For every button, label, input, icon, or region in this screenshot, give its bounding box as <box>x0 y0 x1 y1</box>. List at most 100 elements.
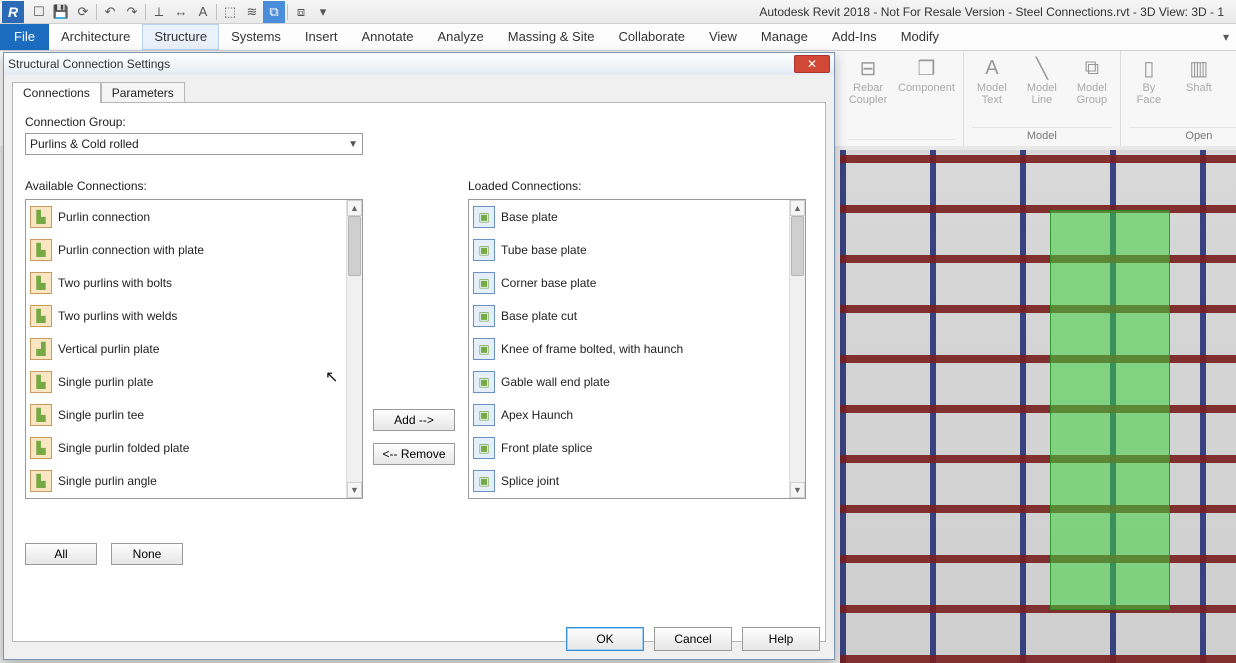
3d-view[interactable] <box>840 150 1236 663</box>
ribbon-expand-icon[interactable]: ▾ <box>1216 24 1236 50</box>
quick-access-toolbar: R ☐ 💾 ⟳ ↶ ↷ ⟂ ↔ A ⬚ ≋ ⧉ ⧈ ▾ Autodesk Rev… <box>0 0 1236 24</box>
menu-annotate[interactable]: Annotate <box>349 24 425 50</box>
scroll-down-icon[interactable]: ▼ <box>347 482 362 498</box>
menu-insert[interactable]: Insert <box>293 24 350 50</box>
list-item[interactable]: ▣Corner base plate <box>469 266 789 299</box>
redo-icon[interactable]: ↷ <box>121 1 143 23</box>
ribbon-model-line[interactable]: ╲ Model Line <box>1022 55 1062 106</box>
menu-modify[interactable]: Modify <box>889 24 951 50</box>
list-item[interactable]: ▙Single purlin folded plate <box>26 431 346 464</box>
dropdown-icon[interactable]: ▾ <box>312 1 334 23</box>
connection-icon: ▙ <box>30 305 52 327</box>
scroll-up-icon[interactable]: ▲ <box>347 200 362 216</box>
list-item[interactable]: ▙Single purlin angle <box>26 464 346 497</box>
transfer-buttons: Add --> <-- Remove <box>373 409 455 465</box>
connection-group-combo[interactable]: Purlins & Cold rolled ▼ <box>25 133 363 155</box>
ribbon-rebar-coupler[interactable]: ⊟ Rebar Coupler <box>848 55 888 106</box>
list-item[interactable]: ▙Purlin connection <box>26 200 346 233</box>
ribbon-wall[interactable]: ▤ Wall <box>1229 55 1236 106</box>
file-menu[interactable]: File <box>0 24 49 50</box>
loaded-connections-label: Loaded Connections: <box>468 179 581 193</box>
help-button[interactable]: Help <box>742 627 820 651</box>
list-item[interactable]: ▣Front plate splice <box>469 431 789 464</box>
undo-icon[interactable]: ↶ <box>99 1 121 23</box>
list-item[interactable]: ▣Splice joint <box>469 464 789 497</box>
menu-view[interactable]: View <box>697 24 749 50</box>
none-button[interactable]: None <box>111 543 183 565</box>
scrollbar[interactable]: ▲ ▼ <box>789 200 805 498</box>
connection-icon: ▣ <box>473 206 495 228</box>
list-item[interactable]: ▣Gable wall end plate <box>469 365 789 398</box>
app-title: Autodesk Revit 2018 - Not For Resale Ver… <box>759 5 1224 19</box>
open-icon[interactable]: ☐ <box>28 1 50 23</box>
section-icon[interactable]: ⬚ <box>219 1 241 23</box>
menu-architecture[interactable]: Architecture <box>49 24 142 50</box>
ribbon-model-text[interactable]: A Model Text <box>972 55 1012 106</box>
measure-icon[interactable]: ⟂ <box>148 1 170 23</box>
ribbon-shaft[interactable]: ▥ Shaft <box>1179 55 1219 106</box>
scroll-up-icon[interactable]: ▲ <box>790 200 805 216</box>
cancel-button[interactable]: Cancel <box>654 627 732 651</box>
switch-windows-icon[interactable]: ⧈ <box>290 1 312 23</box>
all-button[interactable]: All <box>25 543 97 565</box>
connection-icon: ▣ <box>473 437 495 459</box>
model-text-icon: A <box>979 55 1005 81</box>
list-item[interactable]: ▙Purlin connection with plate <box>26 233 346 266</box>
ok-button[interactable]: OK <box>566 627 644 651</box>
model-line-icon: ╲ <box>1029 55 1055 81</box>
list-item[interactable]: ▟Vertical purlin plate <box>26 332 346 365</box>
connection-icon: ▣ <box>473 305 495 327</box>
tab-parameters[interactable]: Parameters <box>101 82 185 103</box>
scroll-down-icon[interactable]: ▼ <box>790 482 805 498</box>
menu-analyze[interactable]: Analyze <box>425 24 495 50</box>
connection-icon: ▣ <box>473 272 495 294</box>
menu-addins[interactable]: Add-Ins <box>820 24 889 50</box>
remove-button[interactable]: <-- Remove <box>373 443 455 465</box>
ribbon-panel-opening: ▯ By Face ▥ Shaft ▤ Wall Open <box>1121 51 1236 146</box>
list-item[interactable]: ▣Base plate cut <box>469 299 789 332</box>
menu-manage[interactable]: Manage <box>749 24 820 50</box>
close-hidden-icon[interactable]: ⧉ <box>263 1 285 23</box>
list-item[interactable]: ▙Single purlin tee <box>26 398 346 431</box>
list-item[interactable]: ▣Tube base plate <box>469 233 789 266</box>
list-item[interactable]: ▣Base plate <box>469 200 789 233</box>
loaded-connections-list[interactable]: ▣Base plate ▣Tube base plate ▣Corner bas… <box>468 199 806 499</box>
menu-collaborate[interactable]: Collaborate <box>606 24 697 50</box>
list-item[interactable]: ▙Two purlins with welds <box>26 299 346 332</box>
thin-lines-icon[interactable]: ≋ <box>241 1 263 23</box>
ribbon-by-face[interactable]: ▯ By Face <box>1129 55 1169 106</box>
sync-icon[interactable]: ⟳ <box>72 1 94 23</box>
tab-connections[interactable]: Connections <box>12 82 101 103</box>
scrollbar[interactable]: ▲ ▼ <box>346 200 362 498</box>
menu-massing-site[interactable]: Massing & Site <box>496 24 607 50</box>
list-item[interactable]: ▣Apex Haunch <box>469 398 789 431</box>
connection-group-label: Connection Group: <box>25 115 813 129</box>
model-group-icon: ⧉ <box>1079 55 1105 81</box>
close-icon[interactable]: ✕ <box>794 55 830 73</box>
menu-systems[interactable]: Systems <box>219 24 293 50</box>
tab-body: Connection Group: Purlins & Cold rolled … <box>12 102 826 642</box>
save-icon[interactable]: 💾 <box>50 1 72 23</box>
selection-highlight <box>1050 210 1170 610</box>
list-item[interactable]: ▣Knee of frame bolted, with haunch <box>469 332 789 365</box>
ribbon-model-group[interactable]: ⧉ Model Group <box>1072 55 1112 106</box>
connection-icon: ▙ <box>30 239 52 261</box>
list-item[interactable]: ▙Two purlins with bolts <box>26 266 346 299</box>
connection-icon: ▙ <box>30 272 52 294</box>
ribbon-panel-component: ⊟ Rebar Coupler ❒ Component <box>840 51 964 146</box>
add-button[interactable]: Add --> <box>373 409 455 431</box>
available-connections-list[interactable]: ▙Purlin connection ▙Purlin connection wi… <box>25 199 363 499</box>
ribbon-component[interactable]: ❒ Component <box>898 55 955 106</box>
connection-icon: ▙ <box>30 206 52 228</box>
dimension-icon[interactable]: ↔ <box>170 1 192 23</box>
dialog-title: Structural Connection Settings <box>8 57 170 71</box>
scroll-thumb[interactable] <box>348 216 361 276</box>
scroll-thumb[interactable] <box>791 216 804 276</box>
connection-icon: ▙ <box>30 437 52 459</box>
connection-icon: ▟ <box>30 338 52 360</box>
text-icon[interactable]: A <box>192 1 214 23</box>
menu-structure[interactable]: Structure <box>142 24 219 50</box>
list-item[interactable]: ▙Single purlin plate <box>26 365 346 398</box>
dialog-titlebar[interactable]: Structural Connection Settings ✕ <box>4 53 834 75</box>
app-logo[interactable]: R <box>2 1 24 23</box>
